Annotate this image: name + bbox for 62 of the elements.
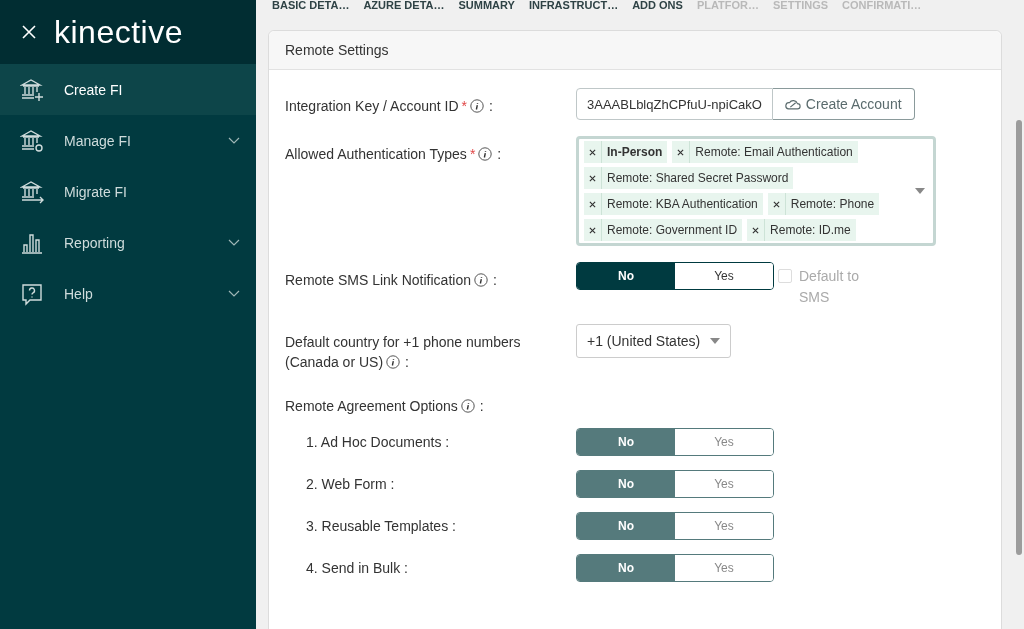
field-label: Remote SMS Link Notification <box>285 271 471 290</box>
caret-icon <box>915 188 925 194</box>
info-icon[interactable] <box>478 147 493 161</box>
close-icon[interactable] <box>752 226 760 234</box>
multi-select-field[interactable]: In-Person Remote: Email Authentication Remote: Shared Secret Password Remote: KBA Authentication Remote: Phone Remote: Government ID Remote: ID.me <box>576 136 936 246</box>
nav-item[interactable]: Manage FI <box>0 115 256 166</box>
step-tab[interactable]: INFRASTRUCT… <box>528 0 619 11</box>
integration-key-field[interactable]: 3AAABLblqZhCPfuU-npiCakO <box>576 88 773 120</box>
tag-label: Remote: Government ID <box>606 223 739 237</box>
toggle-option[interactable]: No <box>577 263 675 289</box>
logo: kinective <box>54 13 183 51</box>
step-tab[interactable]: BASIC DETA… <box>272 0 350 11</box>
required-mark: * <box>469 145 476 164</box>
tag-label: Remote: Email Authentication <box>694 145 854 159</box>
country-dropdown[interactable]: +1 (United States) <box>576 324 732 358</box>
nav-item[interactable]: Help <box>0 268 256 319</box>
colon: : <box>489 97 493 116</box>
option-label: 1. Ad Hoc Documents : <box>306 433 450 452</box>
close-icon[interactable] <box>772 200 780 208</box>
tag-label: In-Person <box>606 145 664 159</box>
close-icon[interactable] <box>677 148 685 156</box>
tag-label: Remote: Phone <box>789 197 876 211</box>
nav-item[interactable]: Reporting <box>0 217 256 268</box>
close-icon[interactable] <box>589 226 596 234</box>
help-icon <box>20 281 44 306</box>
create-account-button[interactable]: Create Account <box>772 88 915 120</box>
nav-item[interactable]: Migrate FI <box>0 166 256 217</box>
field-label: Allowed Authentication Types <box>285 145 467 164</box>
field-label: Remote Agreement Options <box>285 397 458 416</box>
chevron-down-icon <box>228 136 240 145</box>
colon: : <box>405 354 409 370</box>
tag-label: Remote: Shared Secret Password <box>606 171 790 185</box>
tag-label: Remote: KBA Authentication <box>606 197 759 211</box>
checkbox-label: Default to SMS <box>799 267 860 307</box>
colon: : <box>492 271 497 290</box>
nav-item[interactable]: Create FI <box>0 64 256 115</box>
bank-icon <box>20 77 44 102</box>
info-icon[interactable] <box>386 355 401 369</box>
info-icon[interactable] <box>460 399 475 413</box>
colon: : <box>479 397 484 416</box>
colon: : <box>497 145 502 164</box>
field-label: Default country for +1 phone numbers (Canada or US) : <box>285 333 522 372</box>
bank-icon <box>20 128 44 153</box>
step-tab[interactable]: AZURE DETA… <box>363 0 445 11</box>
option-label: 3. Reusable Templates : <box>306 517 456 536</box>
chevron-down-icon <box>228 238 240 247</box>
info-icon[interactable] <box>470 99 484 113</box>
tag-label: Remote: ID.me <box>769 223 852 237</box>
required-mark: * <box>461 97 467 116</box>
step-tab[interactable]: SUMMARY <box>458 0 515 11</box>
close-icon[interactable] <box>589 148 596 156</box>
bank-icon <box>20 179 44 204</box>
chevron-down-icon <box>228 289 240 298</box>
option-label: 2. Web Form : <box>306 475 395 494</box>
info-icon[interactable] <box>473 273 488 287</box>
close-icon[interactable] <box>589 174 596 182</box>
card-title: Remote Settings <box>285 42 389 58</box>
cloud-icon <box>784 98 801 110</box>
option-label: 4. Send in Bulk : <box>306 559 408 578</box>
step-tab[interactable]: ADD ONS <box>632 0 683 11</box>
close-icon[interactable] <box>589 200 596 208</box>
field-label: Integration Key / Account ID <box>285 97 459 116</box>
